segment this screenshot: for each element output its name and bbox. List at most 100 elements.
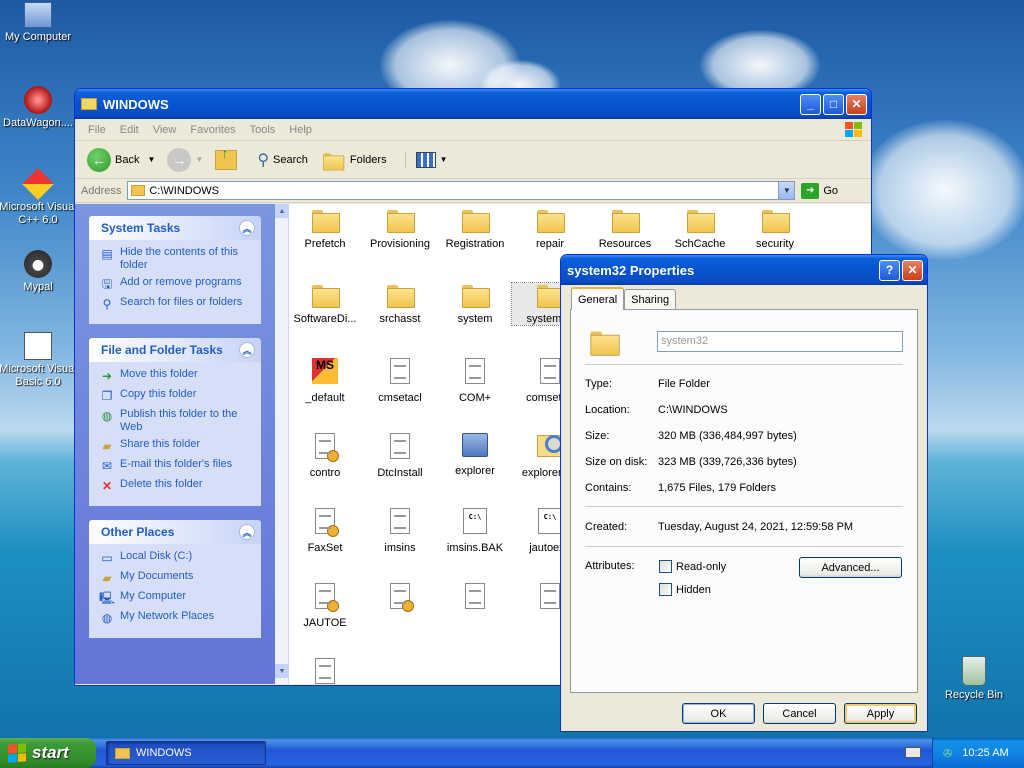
task-delete-folder[interactable]: ✕ Delete this folder (99, 478, 253, 494)
file-item[interactable] (437, 583, 513, 617)
menu-view[interactable]: View (146, 124, 184, 136)
file-item[interactable]: repair (512, 208, 588, 250)
file-item[interactable]: contro (287, 433, 363, 479)
file-item[interactable]: srchasst (362, 283, 438, 325)
collapse-chevron-icon[interactable]: ︽ (239, 524, 255, 540)
up-button[interactable]: ↑ (211, 145, 241, 170)
desktop-icon-visual-basic[interactable]: Microsoft Visual Basic 6.0 (0, 332, 78, 389)
file-item[interactable]: SchCache (662, 208, 738, 250)
tab-sharing[interactable]: Sharing (624, 289, 677, 310)
document-icon (390, 508, 410, 534)
task-hide-contents[interactable]: ▤ Hide the contents of this folder (99, 246, 253, 272)
file-item[interactable]: SoftwareDi... (287, 283, 363, 325)
file-item[interactable]: Registration (437, 208, 513, 250)
chevron-down-icon[interactable]: ▼ (195, 155, 203, 164)
desktop-icon-datawagon[interactable]: DataWagon.... (0, 86, 78, 130)
views-button[interactable]: ▼ (404, 151, 452, 168)
file-item[interactable]: imsins (362, 508, 438, 554)
folder-icon (312, 283, 340, 308)
task-email-files[interactable]: ✉ E-mail this folder's files (99, 458, 253, 474)
file-item[interactable]: DtcInstall (362, 433, 438, 479)
forward-button[interactable]: → ▼ (163, 147, 207, 172)
network-tray-icon[interactable]: ✇ (943, 747, 952, 760)
task-share-folder[interactable]: ▰ Share this folder (99, 438, 253, 454)
tab-general[interactable]: General (571, 287, 625, 310)
dialog-titlebar[interactable]: system32 Properties ? ✕ (561, 255, 927, 285)
file-item[interactable]: security (737, 208, 813, 250)
file-item[interactable]: explorer (437, 433, 513, 477)
go-button[interactable]: ➔ Go (801, 182, 838, 199)
task-search-files[interactable]: ⚲ Search for files or folders (99, 296, 253, 312)
taskbar-item-windows[interactable]: WINDOWS (106, 741, 266, 765)
place-local-disk[interactable]: ▭ Local Disk (C:) (99, 550, 253, 566)
document-icon (465, 358, 485, 384)
task-publish-folder[interactable]: ◍ Publish this folder to the Web (99, 408, 253, 434)
place-network-places[interactable]: ◍ My Network Places (99, 610, 253, 626)
clock[interactable]: 10:25 AM (962, 747, 1008, 759)
close-button[interactable]: ✕ (902, 259, 923, 281)
desktop-icon-visual-cpp[interactable]: Microsoft Visual C++ 6.0 (0, 168, 78, 227)
keyboard-icon[interactable] (905, 747, 921, 758)
chevron-down-icon[interactable]: ▼ (147, 155, 155, 164)
desktop-icon-my-computer[interactable]: My Computer (0, 2, 78, 44)
file-item[interactable]: COM+ (437, 358, 513, 404)
explorer-titlebar[interactable]: WINDOWS _ □ ✕ (75, 89, 871, 119)
file-item[interactable]: cmsetacl (362, 358, 438, 404)
desktop-icon-mypal[interactable]: Mypal (0, 250, 78, 294)
cancel-button[interactable]: Cancel (763, 703, 836, 724)
start-button[interactable]: start (0, 738, 96, 768)
collapse-chevron-icon[interactable]: ︽ (239, 220, 255, 236)
system-tasks-header[interactable]: System Tasks ︽ (89, 216, 261, 240)
file-item[interactable]: Provisioning (362, 208, 438, 250)
folder-icon (762, 208, 790, 233)
settings-file-icon (315, 583, 339, 612)
apply-button[interactable]: Apply (844, 703, 917, 724)
back-button[interactable]: ← Back ▼ (83, 147, 159, 172)
checkbox-box[interactable] (659, 560, 672, 573)
task-move-folder[interactable]: ➜ Move this folder (99, 368, 253, 384)
close-button[interactable]: ✕ (846, 93, 867, 115)
file-item[interactable]: MS _default (287, 358, 363, 404)
place-my-documents[interactable]: ▰ My Documents (99, 570, 253, 586)
menu-favorites[interactable]: Favorites (183, 124, 242, 136)
advanced-button[interactable]: Advanced... (799, 557, 902, 578)
file-item[interactable]: JAUTOE (287, 583, 363, 629)
file-item[interactable]: C:\ imsins.BAK (437, 508, 513, 554)
menu-tools[interactable]: Tools (243, 124, 283, 136)
file-item[interactable]: FaxSet (287, 508, 363, 554)
menu-file[interactable]: File (81, 124, 113, 136)
minimize-button[interactable]: _ (800, 93, 821, 115)
checkbox-box[interactable] (659, 583, 672, 596)
folder-name-input[interactable]: system32 (657, 331, 903, 352)
file-item[interactable] (362, 583, 438, 617)
file-folder-tasks-header[interactable]: File and Folder Tasks ︽ (89, 338, 261, 362)
collapse-chevron-icon[interactable]: ︽ (239, 342, 255, 358)
size-on-disk-value: 323 MB (339,726,336 bytes) (658, 456, 797, 468)
address-dropdown-icon[interactable]: ▼ (778, 182, 795, 199)
menu-edit[interactable]: Edit (113, 124, 146, 136)
desktop-icon-recycle-bin[interactable]: Recycle Bin (934, 656, 1014, 702)
address-value: C:\WINDOWS (149, 184, 220, 197)
hidden-checkbox[interactable]: Hidden (659, 583, 711, 596)
file-item[interactable]: Prefetch (287, 208, 363, 250)
address-input[interactable]: C:\WINDOWS ▼ (127, 181, 796, 200)
desktop-icon-label: My Computer (4, 31, 72, 43)
task-add-remove-programs[interactable]: 🖫 Add or remove programs (99, 276, 253, 292)
folders-button[interactable]: Folders (316, 149, 391, 171)
ok-button[interactable]: OK (682, 703, 755, 724)
folder-icon (612, 208, 640, 233)
place-my-computer[interactable]: 🖳 My Computer (99, 590, 253, 606)
computer-icon: 🖳 (99, 590, 116, 605)
task-copy-folder[interactable]: ❐ Copy this folder (99, 388, 253, 404)
file-item[interactable] (287, 658, 363, 685)
search-button[interactable]: ⚲ Search (253, 150, 312, 170)
help-button[interactable]: ? (879, 259, 900, 281)
other-places-header[interactable]: Other Places ︽ (89, 520, 261, 544)
file-item[interactable]: Resources (587, 208, 663, 250)
folder-icon (115, 747, 130, 759)
file-item[interactable]: system (437, 283, 513, 325)
menu-help[interactable]: Help (282, 124, 319, 136)
readonly-checkbox[interactable]: Read-only (659, 560, 726, 573)
chevron-down-icon[interactable]: ▼ (440, 155, 448, 164)
maximize-button[interactable]: □ (823, 93, 844, 115)
